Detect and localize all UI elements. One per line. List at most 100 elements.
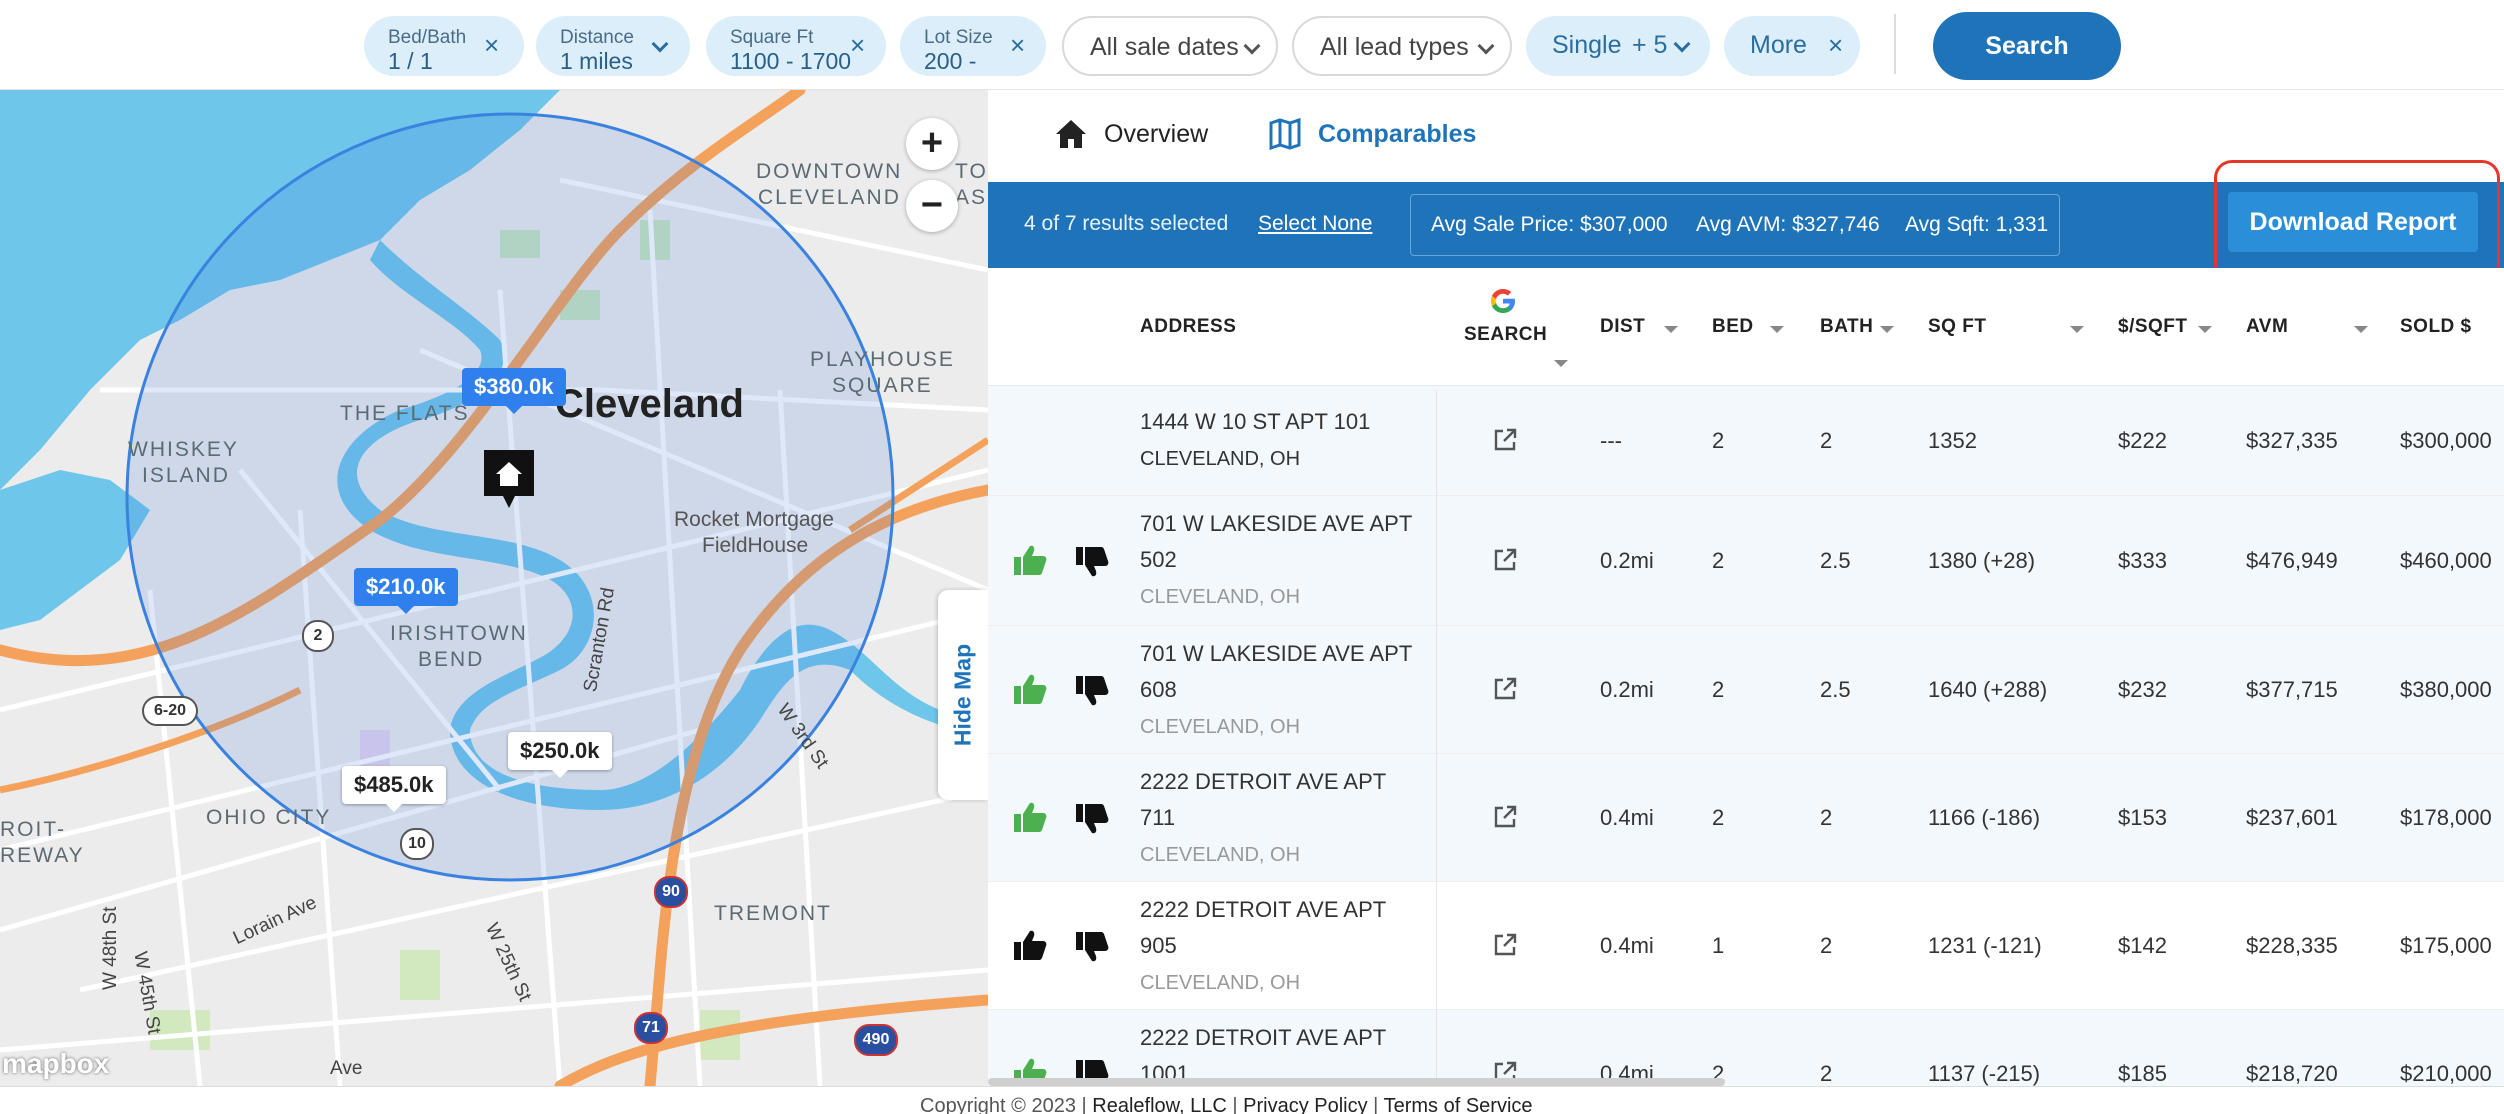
more-filters[interactable]: More ×	[1724, 16, 1860, 76]
header-bed[interactable]: BED	[1712, 316, 1754, 338]
price-pin[interactable]: $380.0k	[462, 368, 566, 414]
header-dist[interactable]: DIST	[1600, 316, 1645, 338]
table-row[interactable]: 2222 DETROIT AVE APT 905 CLEVELAND, OH 0.4m…	[988, 882, 2504, 1010]
address-line[interactable]: 2222 DETROIT AVE APT	[1140, 1020, 1386, 1056]
search-button[interactable]: Search	[1933, 12, 2121, 80]
sale-dates-dropdown[interactable]: All sale dates	[1062, 16, 1278, 76]
table-row[interactable]: 2222 DETROIT AVE APT 711 CLEVELAND, OH 0.4m…	[988, 754, 2504, 882]
sort-icon[interactable]	[1880, 326, 1894, 333]
thumbs-up-icon[interactable]	[1012, 928, 1048, 967]
avm-cell: $377,715	[2246, 677, 2338, 702]
avm-cell: $228,335	[2246, 933, 2338, 958]
interstate-shield: 490	[854, 1024, 898, 1056]
thumbs-up-icon[interactable]	[1012, 800, 1048, 839]
lead-types-dropdown[interactable]: All lead types	[1292, 16, 1512, 76]
sort-icon[interactable]	[2070, 326, 2084, 333]
address-unit[interactable]: 905	[1140, 928, 1177, 964]
close-icon[interactable]: ×	[1828, 30, 1843, 60]
close-icon[interactable]: ×	[850, 30, 865, 60]
external-link-icon[interactable]	[1492, 547, 1518, 578]
map-label: BEND	[418, 648, 485, 671]
horizontal-scrollbar[interactable]	[988, 1078, 1725, 1086]
thumbs-up-icon[interactable]	[1012, 672, 1048, 711]
footer-separator: |	[1232, 1095, 1238, 1114]
table-row[interactable]: 1444 W 10 ST APT 101 CLEVELAND, OH --- 2 2 13…	[988, 386, 2504, 496]
bed-bath-filter[interactable]: Bed/Bath 1 / 1 ×	[364, 16, 524, 76]
bath-cell: 2	[1820, 428, 1833, 453]
close-icon[interactable]: ×	[484, 30, 499, 60]
privacy-link[interactable]: Privacy Policy	[1243, 1095, 1367, 1114]
table-row[interactable]: 2222 DETROIT AVE APT 1001 0.4mi 2 2 1137 (-21…	[988, 1010, 2504, 1086]
hide-map-toggle[interactable]: Hide Map	[938, 590, 988, 800]
address-unit[interactable]: 608	[1140, 672, 1177, 708]
sort-icon[interactable]	[2354, 326, 2368, 333]
header-sold[interactable]: SOLD $	[2400, 316, 2472, 338]
thumbs-up-icon[interactable]	[1012, 543, 1048, 582]
header-search[interactable]: SEARCH	[1464, 324, 1547, 346]
map-label: W 48th St	[100, 906, 121, 990]
distance-cell: 0.2mi	[1600, 548, 1654, 573]
thumbs-down-icon[interactable]	[1074, 545, 1110, 584]
close-icon[interactable]: ×	[1010, 30, 1025, 60]
header-avm[interactable]: AVM	[2246, 316, 2288, 338]
square-ft-filter[interactable]: Square Ft 1100 - 1700 ×	[706, 16, 886, 76]
sold-price-cell: $210,000	[2400, 1061, 2492, 1086]
map-label: ISLAND	[142, 464, 230, 487]
sold-price-cell: $300,000	[2400, 428, 2492, 453]
external-link-icon[interactable]	[1492, 804, 1518, 835]
external-link-icon[interactable]	[1492, 676, 1518, 707]
lot-size-filter[interactable]: Lot Size 200 - ×	[900, 16, 1046, 76]
map-label: SQUARE	[832, 374, 933, 397]
bed-bath-value: 1 / 1	[388, 48, 433, 74]
distance-filter[interactable]: Distance 1 miles	[536, 16, 690, 76]
select-none-link[interactable]: Select None	[1258, 212, 1372, 236]
price-pin[interactable]: $210.0k	[354, 568, 458, 614]
hide-map-label: Hide Map	[949, 643, 976, 747]
zoom-in-button[interactable]: +	[906, 118, 958, 170]
table-row[interactable]: 701 W LAKESIDE AVE APT 608 CLEVELAND, OH 0.…	[988, 626, 2504, 754]
lot-size-value: 200 -	[924, 48, 977, 74]
price-pin[interactable]: $485.0k	[342, 766, 446, 812]
thumbs-down-icon[interactable]	[1074, 674, 1110, 713]
map-label: TREMONT	[714, 902, 832, 925]
route-shield: 10	[400, 828, 434, 860]
header-bath[interactable]: BATH	[1820, 316, 1873, 338]
map-label: REWAY	[0, 844, 85, 867]
table-row[interactable]: 701 W LAKESIDE AVE APT 502 CLEVELAND, OH 0.…	[988, 496, 2504, 626]
zoom-out-button[interactable]: −	[906, 180, 958, 232]
thumbs-down-icon[interactable]	[1074, 930, 1110, 969]
price-per-sqft-cell: $153	[2118, 805, 2167, 830]
map-label: ROIT-	[0, 818, 66, 841]
external-link-icon[interactable]	[1492, 427, 1518, 458]
address-city: CLEVELAND, OH	[1140, 586, 1301, 608]
sort-icon[interactable]	[1664, 326, 1678, 333]
sort-icon[interactable]	[1770, 326, 1784, 333]
map[interactable]: Cleveland DOWNTOWN CLEVELAND TON ASIATO …	[0, 90, 988, 1086]
sort-icon[interactable]	[1554, 360, 1568, 367]
header-price-per-sqft[interactable]: $/SQFT	[2118, 316, 2188, 338]
map-label: ASIATO	[955, 186, 988, 209]
address-line[interactable]: 2222 DETROIT AVE APT	[1140, 892, 1386, 928]
tab-overview[interactable]: Overview	[1054, 116, 1208, 152]
thumbs-down-icon[interactable]	[1074, 802, 1110, 841]
company-link[interactable]: Realeflow, LLC	[1092, 1095, 1227, 1114]
address-unit[interactable]: 711	[1140, 800, 1175, 836]
price-per-sqft-cell: $142	[2118, 933, 2167, 958]
address-unit[interactable]: 502	[1140, 542, 1177, 578]
address-line[interactable]: 1444 W 10 ST APT 101	[1140, 404, 1370, 440]
address-line[interactable]: 701 W LAKESIDE AVE APT	[1140, 636, 1412, 672]
address-line[interactable]: 2222 DETROIT AVE APT	[1140, 764, 1386, 800]
chevron-down-icon	[651, 35, 669, 53]
price-pin[interactable]: $250.0k	[508, 732, 612, 778]
tab-comparables[interactable]: Comparables	[1268, 116, 1488, 152]
property-type-dropdown[interactable]: Single + 5	[1526, 16, 1710, 76]
address-line[interactable]: 701 W LAKESIDE AVE APT	[1140, 506, 1412, 542]
terms-link[interactable]: Terms of Service	[1384, 1095, 1533, 1114]
sqft-cell: 1380 (+28)	[1928, 548, 2036, 573]
sort-icon[interactable]	[2198, 326, 2212, 333]
header-address[interactable]: ADDRESS	[1140, 316, 1236, 338]
header-sqft[interactable]: SQ FT	[1928, 316, 1986, 338]
map-label: WHISKEY	[128, 438, 239, 461]
external-link-icon[interactable]	[1492, 932, 1518, 963]
filter-bar: Bed/Bath 1 / 1 × Distance 1 miles Square…	[0, 0, 2504, 90]
